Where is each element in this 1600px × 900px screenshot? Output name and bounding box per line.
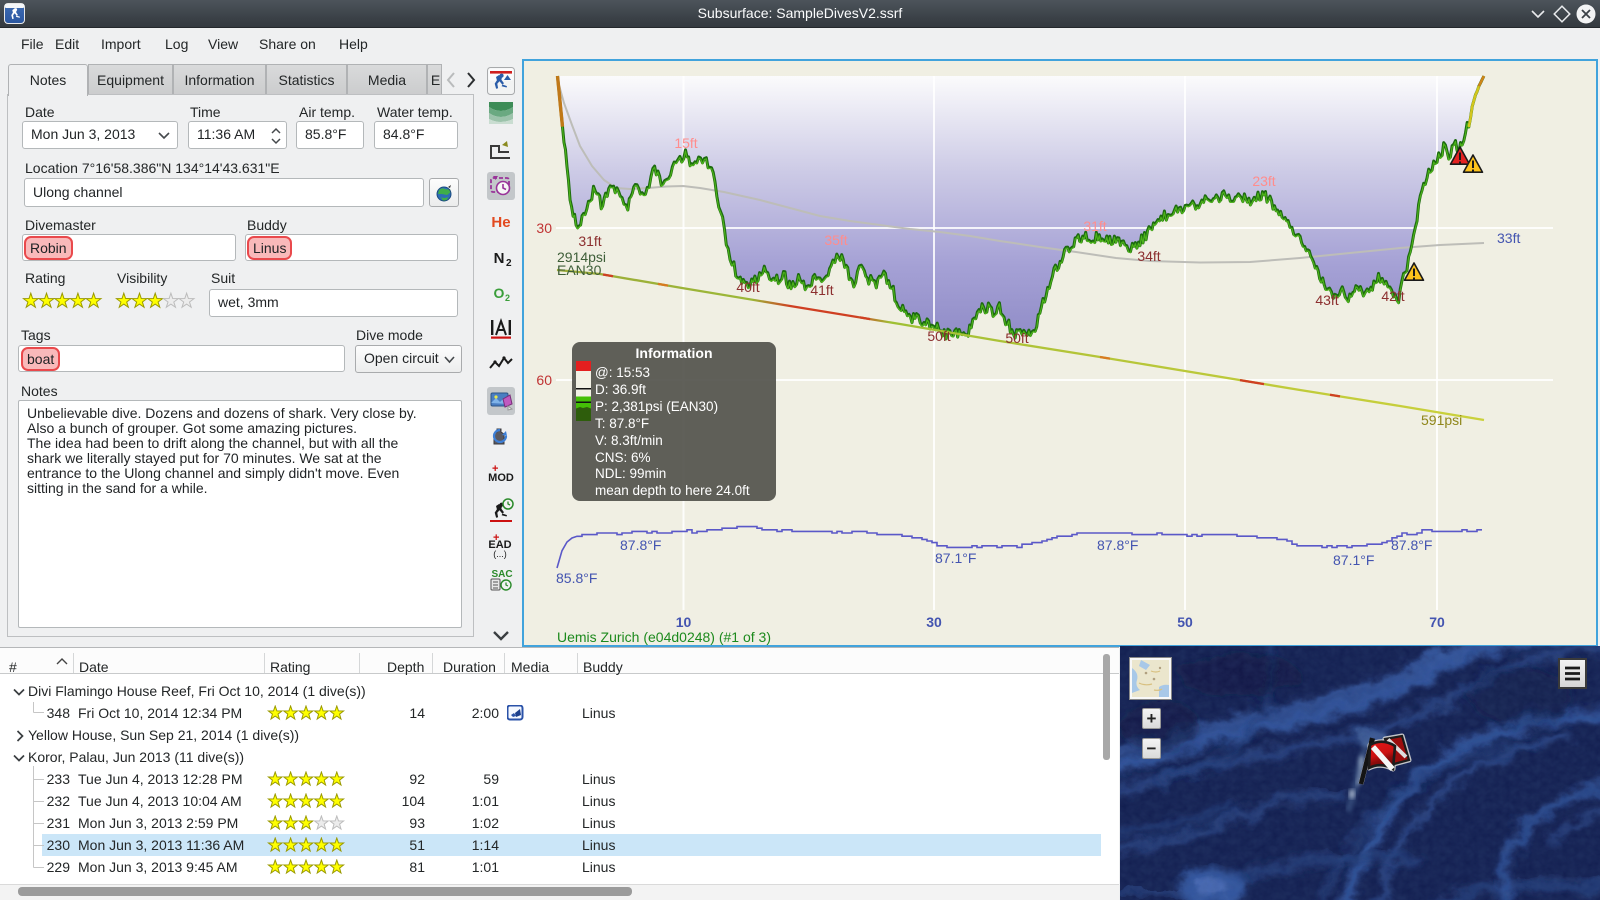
svg-text:50ft: 50ft	[927, 328, 950, 344]
svg-text:SAC: SAC	[491, 569, 512, 580]
svg-text:(...): (...)	[493, 549, 507, 559]
svg-text:591psi: 591psi	[1421, 412, 1462, 428]
svg-text:85.8°F: 85.8°F	[556, 570, 597, 586]
svg-text:O: O	[494, 285, 505, 301]
svg-text:2: 2	[506, 258, 512, 269]
svg-text:10: 10	[676, 614, 692, 630]
svg-text:He: He	[491, 214, 510, 231]
svg-text:60: 60	[536, 372, 552, 388]
svg-text:Uemis Zurich (e04d0248) (#1 of: Uemis Zurich (e04d0248) (#1 of 3)	[557, 629, 771, 645]
svg-text:33ft: 33ft	[1497, 230, 1520, 246]
svg-text:40ft: 40ft	[736, 279, 759, 295]
svg-text:42ft: 42ft	[1381, 288, 1404, 304]
svg-text:50ft: 50ft	[1005, 330, 1028, 346]
svg-text:MOD: MOD	[488, 472, 514, 484]
svg-text:35ft: 35ft	[824, 232, 847, 248]
svg-text:87.1°F: 87.1°F	[935, 550, 976, 566]
svg-text:EAN30: EAN30	[557, 262, 602, 278]
svg-text:41ft: 41ft	[810, 282, 833, 298]
svg-text:2: 2	[505, 293, 510, 303]
svg-text:30: 30	[536, 220, 552, 236]
svg-text:31ft: 31ft	[1083, 218, 1106, 234]
svg-text:34ft: 34ft	[1137, 248, 1160, 264]
svg-text:43ft: 43ft	[1315, 292, 1338, 308]
svg-text:23ft: 23ft	[1252, 173, 1275, 189]
svg-text:87.1°F: 87.1°F	[1333, 552, 1374, 568]
svg-text:15ft: 15ft	[674, 135, 697, 151]
svg-text:87.8°F: 87.8°F	[620, 537, 661, 553]
svg-text:50: 50	[1177, 614, 1193, 630]
svg-text:87.8°F: 87.8°F	[1391, 537, 1432, 553]
svg-text:30: 30	[926, 614, 942, 630]
svg-text:N: N	[494, 250, 505, 267]
svg-text:87.8°F: 87.8°F	[1097, 537, 1138, 553]
svg-text:31ft: 31ft	[578, 233, 601, 249]
svg-text:70: 70	[1429, 614, 1445, 630]
